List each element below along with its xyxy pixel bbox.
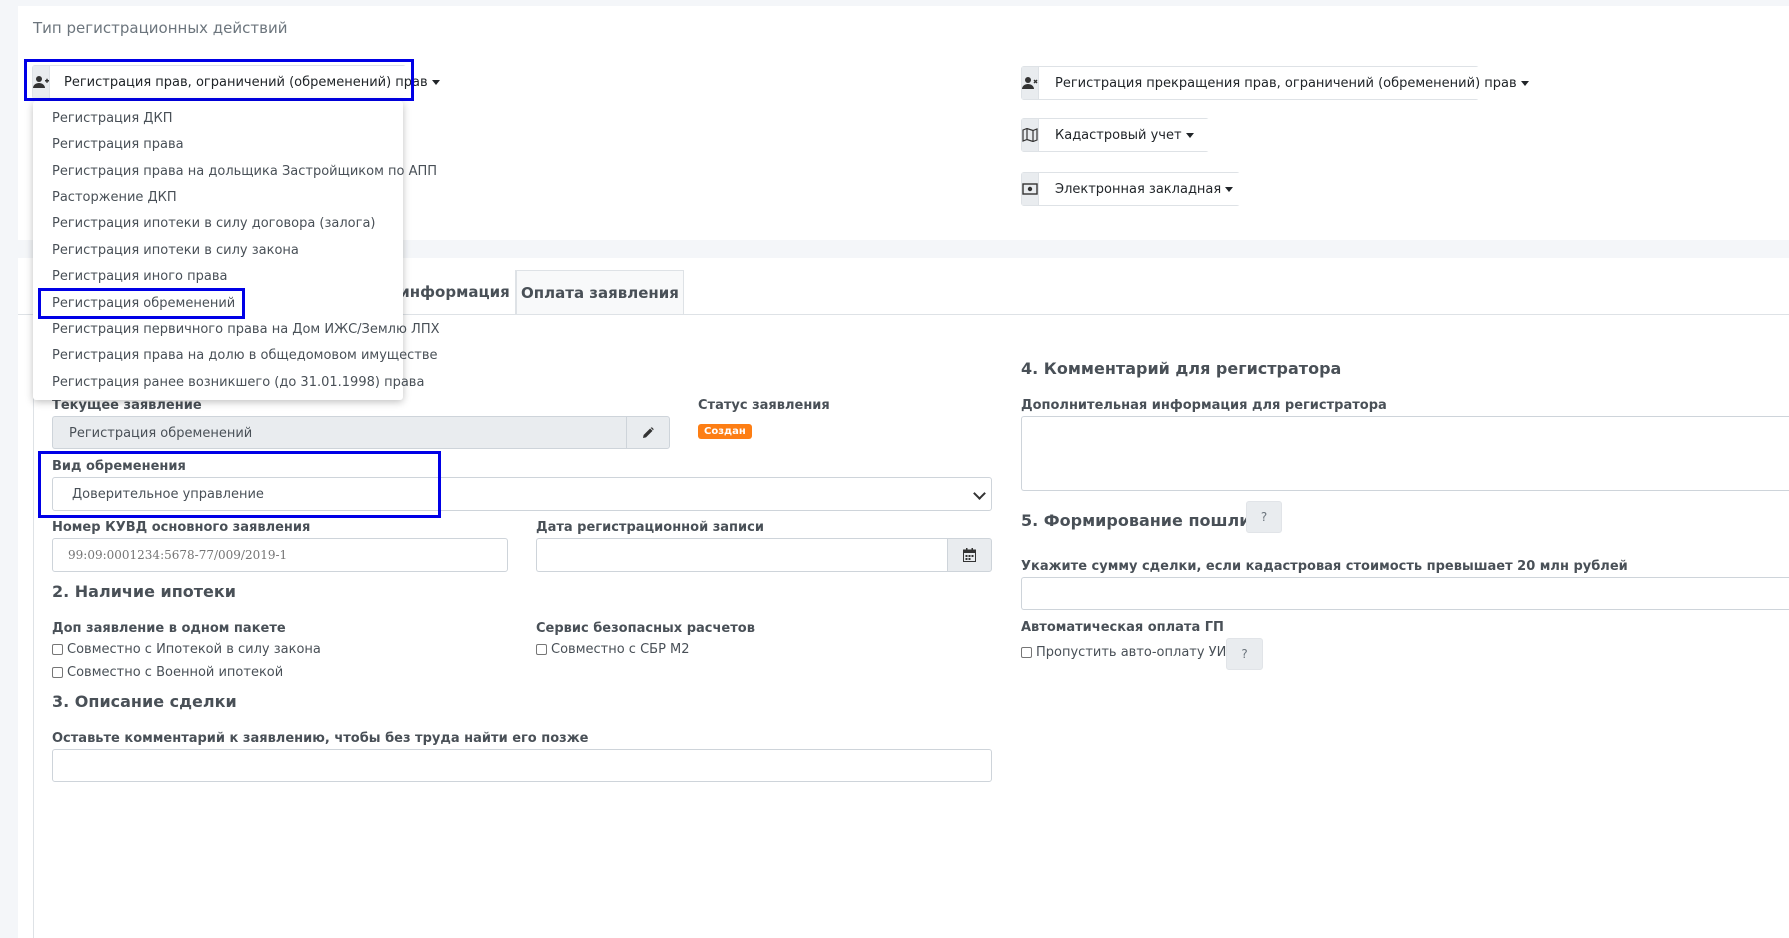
encumbrance-type-select[interactable]: Доверительное управление — [52, 477, 992, 511]
kuvd-number-label: Номер КУВД основного заявления — [52, 520, 311, 535]
auto-pay-help-button[interactable]: ? — [1226, 638, 1263, 670]
reg-termination-label: Регистрация прекращения прав, ограничени… — [1055, 75, 1517, 91]
dropdown-item[interactable]: Регистрация ДКП — [52, 111, 172, 126]
caret-down-icon — [431, 79, 440, 85]
registration-type-dropdown: Регистрация ДКП Регистрация права Регист… — [33, 101, 440, 400]
reg-date-label: Дата регистрационной записи — [536, 520, 764, 535]
tab-info[interactable]: информация — [394, 270, 516, 314]
deal-sum-label: Укажите сумму сделки, если кадастровая с… — [1021, 559, 1628, 574]
military-mortgage-checkbox[interactable] — [52, 667, 63, 678]
cadastral-label: Кадастровый учет — [1055, 127, 1182, 143]
registrar-section-title: 4. Комментарий для регистратора — [1021, 359, 1342, 378]
encumbrance-type-value: Доверительное управление — [72, 487, 264, 502]
encumbrance-type-label: Вид обременения — [52, 459, 186, 474]
edit-application-button[interactable] — [626, 416, 670, 449]
dropdown-item-encumbrances[interactable]: Регистрация обременений — [52, 296, 235, 311]
skip-auto-pay-option: Пропустить авто-оплату УИНов — [1021, 645, 1252, 660]
section-title: Тип регистрационных действий — [33, 19, 288, 37]
e-mortgage-button[interactable]: Электронная закладная — [1021, 172, 1250, 206]
calendar-icon — [963, 548, 976, 562]
deal-comment-label: Оставьте комментарий к заявлению, чтобы … — [52, 731, 589, 746]
reg-date-input[interactable] — [536, 538, 948, 572]
caret-down-icon — [1185, 132, 1194, 138]
current-application-label: Текущее заявление — [52, 398, 202, 413]
deal-section-title: 3. Описание сделки — [52, 692, 237, 711]
dropdown-item[interactable]: Регистрация права на дольщика Застройщик… — [52, 164, 437, 179]
e-mortgage-label: Электронная закладная — [1055, 181, 1222, 197]
mortgage-law-option: Совместно с Ипотекой в силу закона — [52, 642, 321, 657]
mortgage-law-checkbox[interactable] — [52, 644, 63, 655]
dropdown-item[interactable]: Регистрация права — [52, 137, 184, 152]
extra-application-label: Доп заявление в одном пакете — [52, 621, 286, 636]
status-badge: Создан — [698, 424, 752, 439]
dropdown-item[interactable]: Регистрация ипотеки в силу договора (зал… — [52, 216, 376, 231]
dropdown-item[interactable]: Регистрация иного права — [52, 269, 227, 284]
dropdown-item[interactable]: Расторжение ДКП — [52, 190, 177, 205]
dropdown-item[interactable]: Регистрация ипотеки в силу закона — [52, 243, 299, 258]
reg-termination-button[interactable]: Регистрация прекращения прав, ограничени… — [1021, 66, 1545, 100]
reg-rights-label: Регистрация прав, ограничений (обременен… — [64, 74, 428, 90]
map-icon — [1022, 119, 1039, 151]
money-bill-icon — [1022, 173, 1039, 205]
caret-down-icon — [1520, 80, 1529, 86]
divider — [33, 315, 34, 938]
deal-comment-input[interactable] — [52, 749, 992, 782]
deal-sum-input[interactable] — [1021, 577, 1789, 610]
skip-auto-pay-checkbox[interactable] — [1021, 647, 1032, 658]
dropdown-item[interactable]: Регистрация ранее возникшего (до 31.01.1… — [52, 375, 424, 390]
dropdown-item[interactable]: Регистрация права на долю в общедомовом … — [52, 348, 438, 363]
kuvd-number-input[interactable] — [52, 538, 508, 572]
registrar-info-label: Дополнительная информация для регистрато… — [1021, 398, 1387, 413]
sbr-option: Совместно с СБР М2 — [536, 642, 690, 657]
military-mortgage-option: Совместно с Военной ипотекой — [52, 665, 283, 680]
sbr-checkbox[interactable] — [536, 644, 547, 655]
chevron-down-icon — [973, 487, 986, 500]
user-plus-icon — [33, 66, 50, 98]
fee-section-title: 5. Формирование пошлины — [1021, 511, 1276, 530]
pencil-icon — [643, 426, 654, 438]
dropdown-item[interactable]: Регистрация первичного права на Дом ИЖС/… — [52, 322, 440, 337]
safe-payments-label: Сервис безопасных расчетов — [536, 621, 755, 636]
current-application-field: Регистрация обременений — [52, 416, 626, 449]
current-application-value: Регистрация обременений — [69, 426, 253, 441]
calendar-button[interactable] — [947, 538, 992, 572]
tab-payment[interactable]: Оплата заявления — [516, 270, 684, 314]
registrar-info-textarea[interactable] — [1021, 416, 1789, 491]
caret-down-icon — [1225, 186, 1234, 192]
cadastral-button[interactable]: Кадастровый учет — [1021, 118, 1210, 152]
user-x-icon — [1022, 67, 1039, 99]
auto-pay-label: Автоматическая оплата ГП — [1021, 620, 1224, 635]
status-label: Статус заявления — [698, 398, 830, 413]
fee-help-button[interactable]: ? — [1246, 501, 1282, 533]
mortgage-section-title: 2. Наличие ипотеки — [52, 582, 236, 601]
reg-rights-button[interactable]: Регистрация прав, ограничений (обременен… — [32, 65, 454, 99]
